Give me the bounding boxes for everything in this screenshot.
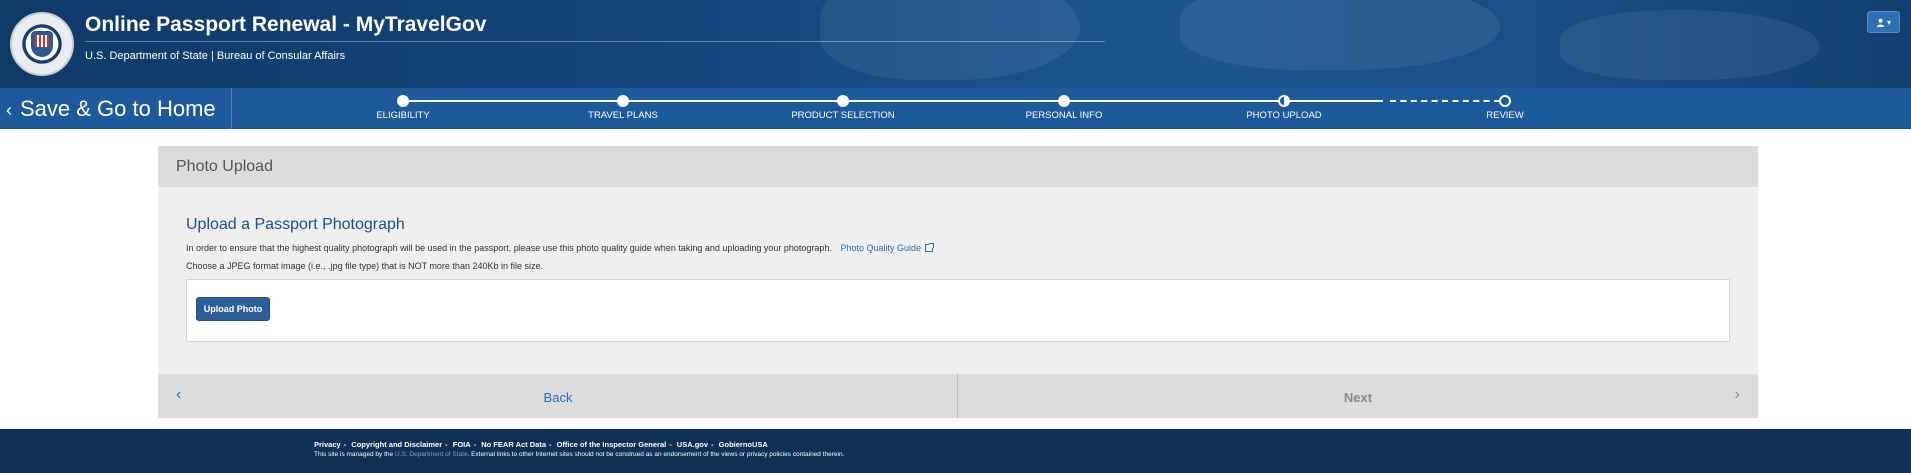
footer-link-oig[interactable]: Office of the Inspector General [557, 440, 667, 449]
format-note: Choose a JPEG format image (i.e., .jpg f… [186, 261, 543, 271]
site-header: Online Passport Renewal - MyTravelGov U.… [0, 0, 1911, 88]
external-link-icon [925, 243, 935, 252]
step-complete-icon [1058, 95, 1070, 107]
step-eligibility: ELIGIBILITY [323, 88, 483, 129]
app-subtitle: U.S. Department of State | Bureau of Con… [85, 50, 346, 62]
footer-note-prefix: This site is managed by the [314, 451, 394, 458]
step-complete-icon [617, 95, 629, 107]
save-and-go-home-button[interactable]: ‹ Save & Go to Home [0, 88, 232, 129]
footer-dos-link[interactable]: U.S. Department of State [395, 451, 468, 458]
step-travel-plans: TRAVEL PLANS [543, 88, 703, 129]
department-seal-logo [10, 12, 74, 76]
upload-photo-button[interactable]: Upload Photo [196, 297, 270, 321]
back-label: Back [543, 390, 573, 405]
upload-area: Upload Photo [186, 279, 1730, 342]
back-button[interactable]: ‹ Back [158, 374, 958, 418]
footer-link-privacy[interactable]: Privacy [314, 440, 341, 449]
progress-bar: ‹ Save & Go to Home ELIGIBILITY TRAVEL P… [0, 88, 1911, 129]
step-photo-upload: PHOTO UPLOAD [1204, 88, 1364, 129]
user-menu-button[interactable]: ▾ [1867, 11, 1900, 33]
step-pending-icon [1499, 95, 1511, 107]
map-decoration [1560, 10, 1820, 80]
step-product-selection: PRODUCT SELECTION [763, 88, 923, 129]
photo-instructions: In order to ensure that the highest qual… [186, 243, 935, 253]
step-label: PERSONAL INFO [1025, 110, 1103, 121]
footer-separator: - [549, 440, 552, 449]
step-label: TRAVEL PLANS [588, 110, 658, 121]
footer-separator: - [473, 440, 477, 449]
footer-separator: - [445, 440, 448, 449]
card-header: Photo Upload [158, 146, 1758, 187]
section-title: Upload a Passport Photograph [186, 216, 405, 233]
footer-disclaimer: This site is managed by the U.S. Departm… [314, 451, 844, 458]
footer-separator: - [343, 440, 347, 449]
footer-link-no-fear[interactable]: No FEAR Act Data [481, 440, 546, 449]
footer-note-suffix: . External links to other Internet sites… [467, 451, 845, 458]
app-title: Online Passport Renewal - MyTravelGov [85, 13, 487, 36]
step-current-icon [1278, 95, 1290, 107]
footer-links: Privacy - Copyright and Disclaimer - FOIA -… [314, 440, 771, 449]
title-divider [85, 41, 1105, 42]
step-complete-icon [837, 95, 849, 107]
next-label: Next [1343, 390, 1373, 405]
footer-link-usagov[interactable]: USA.gov [677, 440, 708, 449]
photo-instructions-text: In order to ensure that the highest qual… [186, 243, 832, 253]
footer-link-copyright[interactable]: Copyright and Disclaimer [351, 440, 442, 449]
step-personal-info: PERSONAL INFO [984, 88, 1144, 129]
photo-upload-card: Photo Upload Upload a Passport Photograp… [158, 146, 1758, 418]
footer-separator: - [711, 440, 714, 449]
photo-quality-guide-link[interactable]: Photo Quality Guide [840, 243, 935, 253]
step-label: PHOTO UPLOAD [1246, 110, 1322, 121]
step-label: PRODUCT SELECTION [791, 110, 895, 121]
step-label: REVIEW [1486, 110, 1524, 121]
step-complete-icon [397, 95, 409, 107]
footer-separator: - [669, 440, 672, 449]
site-footer: Privacy - Copyright and Disclaimer - FOIA -… [0, 429, 1911, 473]
chevron-right-icon: › [1734, 386, 1740, 403]
map-decoration [1180, 0, 1500, 70]
form-navigation: ‹ Back Next › [158, 374, 1758, 418]
chevron-left-icon: ‹ [6, 99, 12, 120]
photo-quality-guide-label: Photo Quality Guide [840, 243, 922, 253]
save-and-go-home-label: Save & Go to Home [20, 95, 216, 121]
chevron-down-icon: ▾ [1886, 17, 1891, 27]
user-icon [1876, 18, 1885, 27]
next-button[interactable]: Next › [958, 374, 1758, 418]
step-review: REVIEW [1425, 88, 1585, 129]
eagle-shield-icon [31, 31, 53, 57]
footer-link-foia[interactable]: FOIA [453, 440, 471, 449]
footer-link-gobiernousa[interactable]: GobiernoUSA [719, 440, 768, 449]
map-decoration [820, 0, 1080, 80]
step-label: ELIGIBILITY [376, 110, 430, 121]
